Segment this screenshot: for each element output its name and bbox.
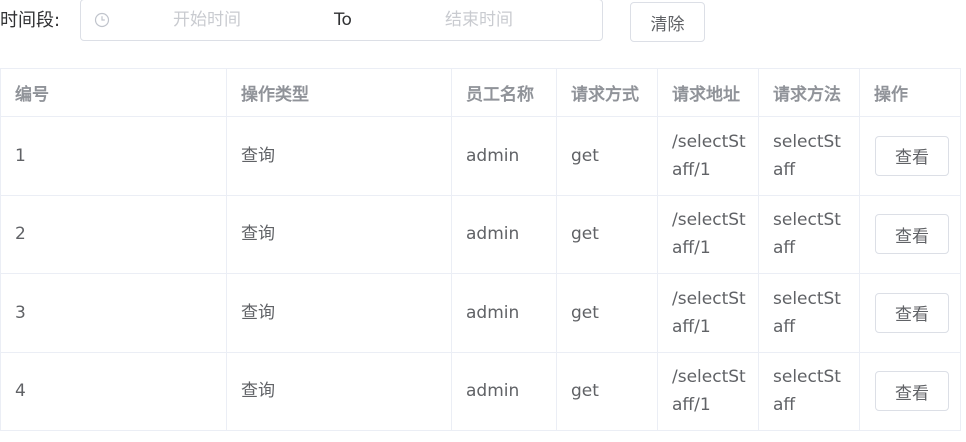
cell-op-type: 查询	[226, 116, 452, 196]
cell-staff: admin	[451, 116, 557, 196]
cell-method: get	[556, 194, 658, 274]
table-row: 3 查询 admin get /selectStaff/1 selectStaf…	[0, 273, 961, 353]
view-button[interactable]: 查看	[875, 135, 949, 176]
start-time-input[interactable]	[127, 8, 287, 32]
view-button[interactable]: 查看	[875, 371, 949, 412]
cell-method: get	[556, 351, 658, 431]
view-button[interactable]: 查看	[875, 214, 949, 255]
cell-op-type: 查询	[226, 273, 452, 353]
view-button[interactable]: 查看	[875, 292, 949, 333]
cell-action: 查看	[859, 194, 961, 274]
cell-staff: admin	[451, 273, 557, 353]
cell-staff: admin	[451, 351, 557, 431]
column-header-method: 请求方式	[556, 68, 658, 117]
time-filter-bar: 时间段: To 清除	[0, 0, 966, 44]
cell-url: /selectStaff/1	[657, 351, 759, 431]
cell-action: 查看	[859, 351, 961, 431]
table-row: 4 查询 admin get /selectStaff/1 selectStaf…	[0, 351, 961, 431]
cell-func: selectStaff	[758, 194, 860, 274]
cell-op-type: 查询	[226, 194, 452, 274]
end-time-input[interactable]	[399, 8, 559, 32]
cell-func: selectStaff	[758, 351, 860, 431]
cell-staff: admin	[451, 194, 557, 274]
cell-id: 3	[0, 273, 227, 353]
cell-func: selectStaff	[758, 116, 860, 196]
cell-op-type: 查询	[226, 351, 452, 431]
cell-url: /selectStaff/1	[657, 116, 759, 196]
cell-id: 2	[0, 194, 227, 274]
cell-func: selectStaff	[758, 273, 860, 353]
cell-id: 4	[0, 351, 227, 431]
column-header-id: 编号	[0, 68, 227, 117]
time-range-label: 时间段:	[0, 10, 61, 31]
table-row: 2 查询 admin get /selectStaff/1 selectStaf…	[0, 194, 961, 274]
clock-icon	[94, 12, 110, 28]
range-separator: To	[334, 10, 352, 30]
table-header-row: 编号 操作类型 员工名称 请求方式 请求地址 请求方法 操作	[0, 68, 961, 117]
operation-log-table: 编号 操作类型 员工名称 请求方式 请求地址 请求方法 操作 1 查询 admi…	[0, 68, 961, 431]
cell-action: 查看	[859, 273, 961, 353]
column-header-url: 请求地址	[657, 68, 759, 117]
cell-method: get	[556, 116, 658, 196]
cell-id: 1	[0, 116, 227, 196]
clear-button[interactable]: 清除	[630, 2, 705, 42]
cell-url: /selectStaff/1	[657, 194, 759, 274]
cell-action: 查看	[859, 116, 961, 196]
column-header-action: 操作	[859, 68, 961, 117]
column-header-func: 请求方法	[758, 68, 860, 117]
cell-method: get	[556, 273, 658, 353]
column-header-op-type: 操作类型	[226, 68, 452, 117]
column-header-staff: 员工名称	[451, 68, 557, 117]
cell-url: /selectStaff/1	[657, 273, 759, 353]
date-range-picker[interactable]: To	[80, 0, 603, 41]
table-row: 1 查询 admin get /selectStaff/1 selectStaf…	[0, 116, 961, 196]
